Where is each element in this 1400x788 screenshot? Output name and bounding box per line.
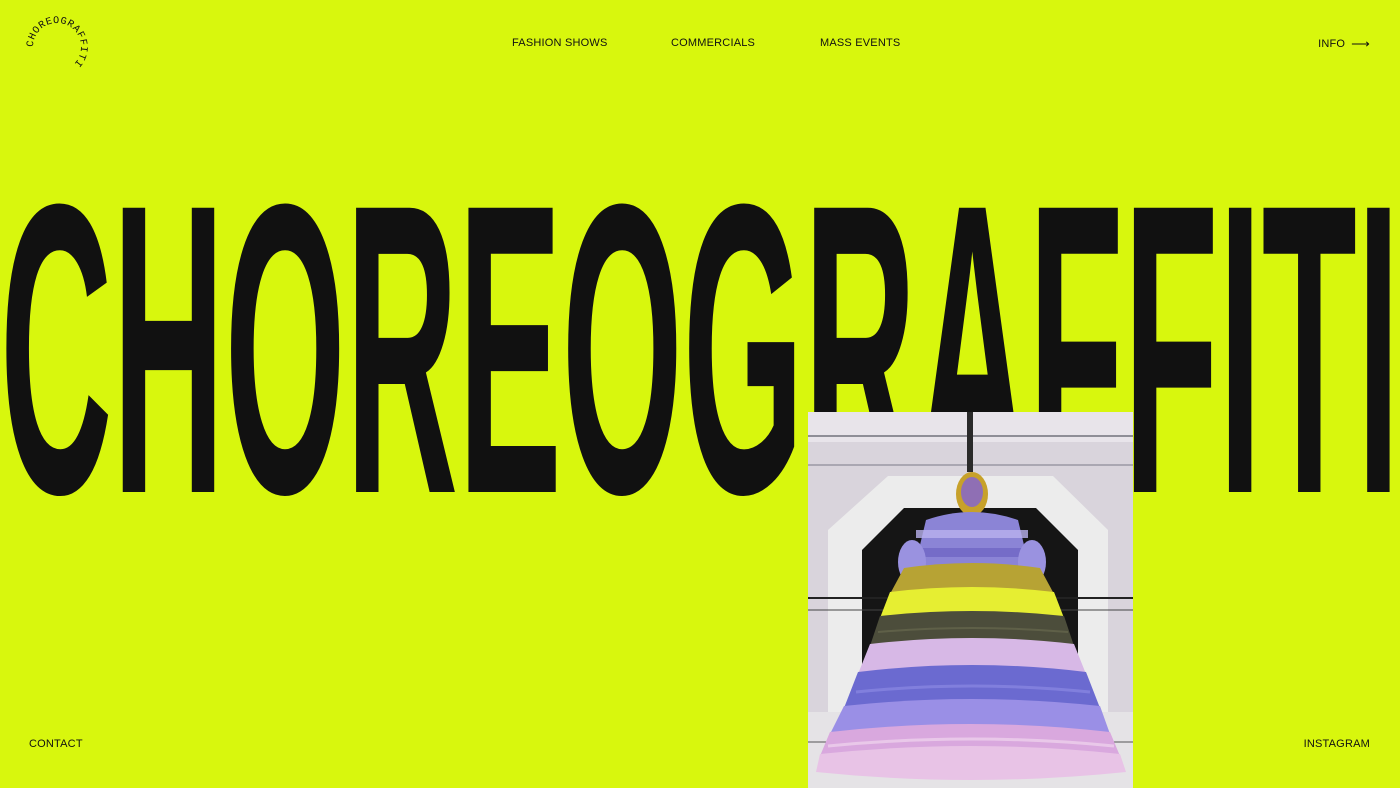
hero-wordmark: CHOREOGRAFFITI bbox=[0, 0, 1400, 788]
nav-mass-events[interactable]: MASS EVENTS bbox=[820, 37, 900, 49]
nav-commercials[interactable]: COMMERCIALS bbox=[671, 37, 755, 49]
nav-fashion-shows[interactable]: FASHION SHOWS bbox=[512, 37, 608, 49]
nav-info-label: INFO bbox=[1318, 37, 1346, 50]
instagram-link[interactable]: INSTAGRAM bbox=[1304, 738, 1370, 750]
arrow-right-icon: ⟶ bbox=[1351, 36, 1370, 51]
hero-title: CHOREOGRAFFITI bbox=[0, 119, 1400, 581]
nav-info[interactable]: INFO ⟶ bbox=[1318, 37, 1370, 50]
contact-link[interactable]: CONTACT bbox=[29, 738, 83, 750]
top-nav: FASHION SHOWS COMMERCIALS MASS EVENTS IN… bbox=[0, 37, 1400, 53]
hero-photo[interactable] bbox=[808, 412, 1133, 788]
